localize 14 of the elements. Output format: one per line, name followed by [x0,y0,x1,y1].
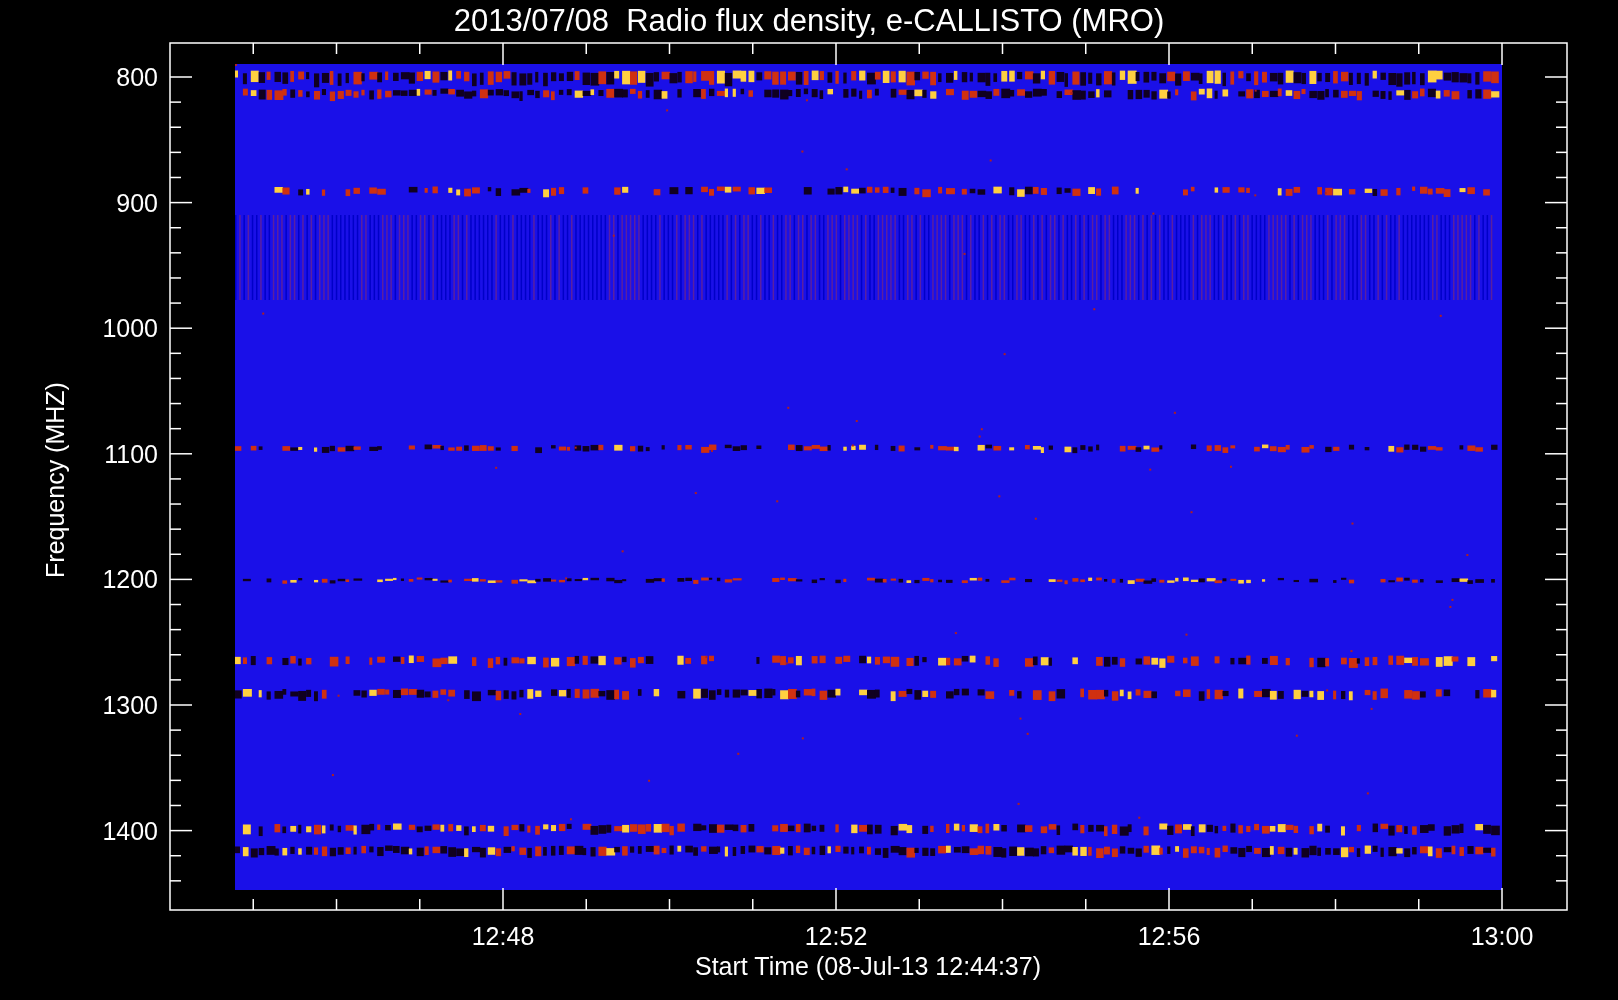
y-tick-label: 1000 [102,314,158,343]
chart-title: 2013/07/08 Radio flux density, e-CALLISTO (MRO) [453,3,1165,38]
y-tick-label: 800 [116,63,158,91]
x-tick-label: 12:48 [471,922,535,950]
y-tick-label: 900 [116,188,158,217]
y-tick-label: 1100 [104,439,158,468]
x-tick-label: 12:52 [804,922,868,950]
x-tick-label: 12:56 [1137,922,1201,950]
y-tick-label: 1400 [102,816,158,845]
x-axis-label: Start Time (08-Jul-13 12:44:37) [695,952,1041,980]
y-axis-label: Frequency (MHZ) [41,382,69,578]
x-tick-label: 13:00 [1470,922,1534,950]
y-tick-label: 1200 [102,565,158,594]
y-tick-label: 1300 [102,691,158,719]
